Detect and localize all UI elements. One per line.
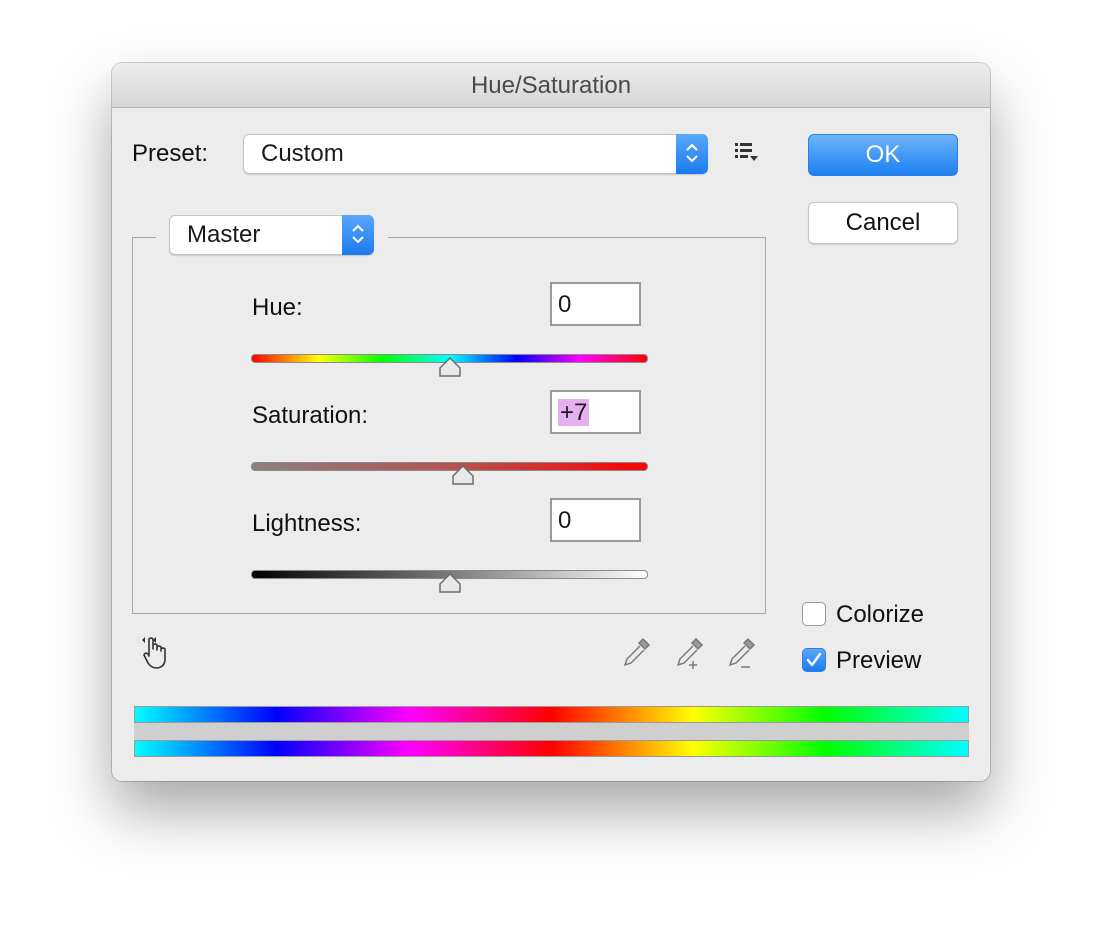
hue-label: Hue: bbox=[252, 294, 303, 321]
eyedropper-plus-icon[interactable] bbox=[672, 637, 708, 678]
updown-arrows-icon bbox=[676, 134, 708, 174]
range-bar[interactable] bbox=[134, 723, 969, 740]
preset-label: Preset: bbox=[132, 140, 209, 167]
preset-select[interactable]: Custom bbox=[243, 134, 708, 174]
lightness-slider-thumb[interactable] bbox=[438, 572, 461, 598]
hue-value: 0 bbox=[558, 291, 572, 318]
preview-label[interactable]: Preview bbox=[836, 647, 921, 675]
ok-button[interactable]: OK bbox=[808, 134, 958, 176]
output-color-spectrum bbox=[134, 740, 969, 757]
cancel-button[interactable]: Cancel bbox=[808, 202, 958, 244]
saturation-value: +7 bbox=[558, 399, 590, 426]
hue-slider-thumb[interactable] bbox=[438, 356, 461, 382]
channel-value: Master bbox=[187, 221, 261, 248]
targeted-adjustment-hand-icon[interactable] bbox=[140, 635, 176, 676]
saturation-slider-thumb[interactable] bbox=[452, 464, 475, 490]
lightness-label: Lightness: bbox=[252, 510, 362, 537]
input-color-spectrum bbox=[134, 706, 969, 723]
colorize-label[interactable]: Colorize bbox=[836, 601, 924, 629]
updown-arrows-icon bbox=[342, 215, 374, 255]
eyedropper-minus-icon[interactable] bbox=[724, 637, 760, 678]
preset-value: Custom bbox=[261, 140, 344, 167]
eyedropper-icon[interactable] bbox=[621, 637, 653, 676]
saturation-slider-track[interactable] bbox=[251, 462, 648, 471]
colorize-checkbox[interactable] bbox=[802, 602, 826, 626]
preview-checkbox[interactable] bbox=[802, 648, 826, 672]
hue-input[interactable]: 0 bbox=[550, 282, 641, 326]
hue-saturation-dialog: Hue/Saturation Preset: Custom OK Cancel … bbox=[112, 63, 990, 781]
lightness-value: 0 bbox=[558, 507, 572, 534]
adjustment-group bbox=[132, 237, 766, 614]
checkmark-icon bbox=[806, 652, 822, 667]
saturation-input[interactable]: +7 bbox=[550, 390, 641, 434]
saturation-label: Saturation: bbox=[252, 402, 369, 429]
lightness-input[interactable]: 0 bbox=[550, 498, 641, 542]
list-menu-icon[interactable] bbox=[734, 141, 760, 168]
window-title: Hue/Saturation bbox=[112, 63, 990, 108]
channel-select[interactable]: Master bbox=[169, 215, 374, 255]
